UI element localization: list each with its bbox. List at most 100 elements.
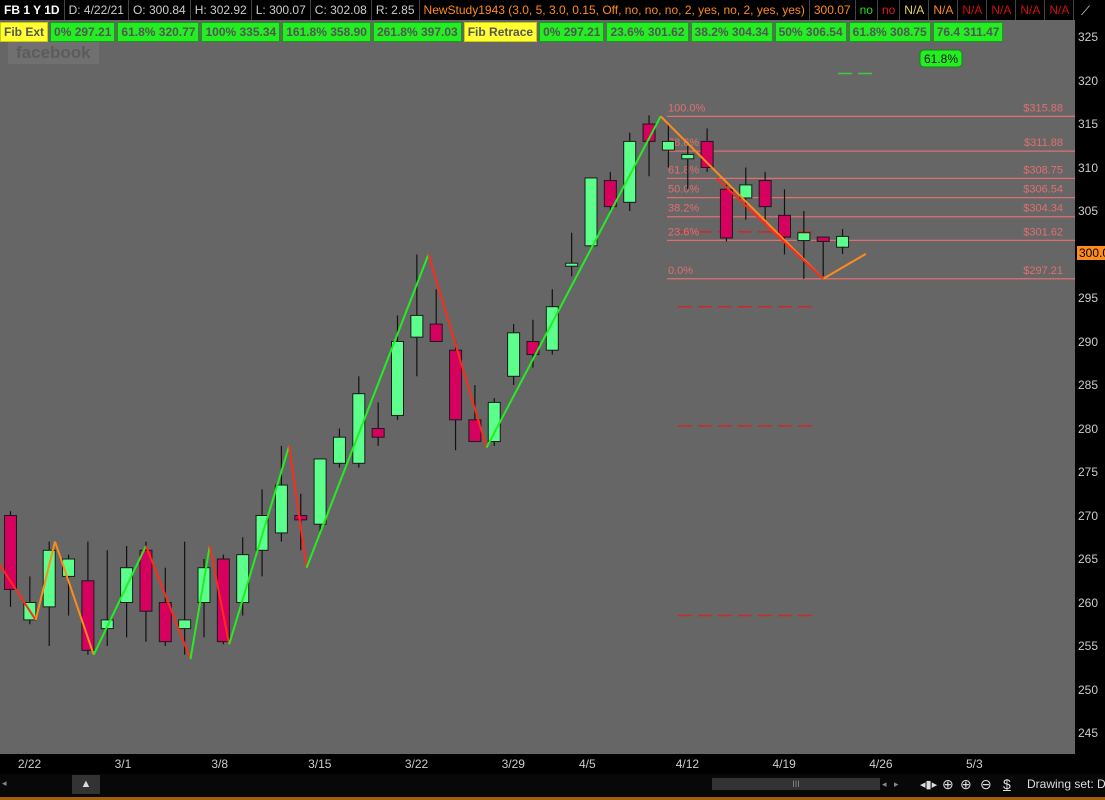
price-chart[interactable]: 100.0% $315.8878.6% $311.8861.8% $308.7550.… [0, 0, 1075, 754]
company-logo: facebook [8, 42, 99, 64]
crosshair-icon[interactable]: ⊕ [942, 776, 954, 793]
study-value: N/A [958, 0, 988, 20]
fib-ext-items: 0% 297.21 61.8% 320.77 100% 335.34 161.8% 3… [50, 22, 464, 42]
current-price-tag: 300.07 [1077, 246, 1105, 260]
x-tick-label: 3/1 [114, 757, 132, 771]
study-value: N/A [1016, 0, 1046, 20]
close-value: C: 302.08 [311, 0, 372, 20]
y-tick-label: 305 [1078, 204, 1099, 218]
open-value: O: 300.84 [129, 0, 191, 20]
study-value: N/A [900, 0, 930, 20]
range-value: R: 2.85 [372, 0, 420, 20]
symbol-label[interactable]: FB 1 Y 1D [0, 0, 65, 20]
fib-retrace-value: 61.8% 308.75 [848, 22, 931, 42]
fib-level-pct-label: 61.8% [668, 164, 699, 176]
candle-up [584, 177, 598, 247]
fib-ext-value: 100% 335.34 [201, 22, 281, 42]
study-value: no [878, 0, 901, 20]
candle-down [719, 188, 733, 239]
candle-up [178, 619, 192, 630]
y-tick-label: 285 [1078, 378, 1099, 392]
zigzag-segment [288, 445, 308, 568]
candle-up [487, 401, 501, 443]
fib-ext-value: 161.8% 358.90 [282, 22, 371, 42]
fib-ext-value: 261.8% 397.03 [372, 22, 462, 42]
zigzag-segment [485, 115, 662, 449]
fib-level-price-label: $315.88 [1023, 102, 1063, 114]
y-tick-label: 245 [1078, 726, 1099, 740]
chart-header: FB 1 Y 1D D: 4/22/21 O: 300.84 H: 302.92… [0, 0, 1105, 20]
candle-down [758, 180, 772, 208]
fib-level-pct-label: 50.0% [668, 184, 699, 196]
candle-up [391, 341, 404, 416]
x-tick-label: 4/12 [675, 757, 700, 771]
x-tick-label: 3/15 [308, 757, 332, 771]
study-label[interactable]: NewStudy1943 (3.0, 5, 3.0, 0.15, Off, no… [420, 0, 810, 20]
price-axis-icon[interactable]: $ [1003, 776, 1011, 792]
x-tick-label: 3/29 [501, 757, 525, 771]
drawing-set-label[interactable]: Drawing set: De [1027, 777, 1105, 791]
fib-bubble-label: 61.8% [924, 52, 958, 66]
x-tick-label: 4/19 [772, 757, 796, 771]
y-tick-label: 250 [1078, 682, 1099, 697]
fib-retrace-value: 76.4 311.47 [932, 22, 1004, 42]
zigzag-segment [92, 545, 147, 656]
study-chart-icon[interactable]: ⟋ [1081, 3, 1090, 19]
candle-up [661, 140, 675, 151]
fib-retrace-label[interactable]: Fib Retrace [463, 22, 538, 42]
price-axis[interactable]: ⟋ 245 250 255 260 265 270 275 280 285 290 295 305 31… [1075, 0, 1105, 800]
zigzag-segment [822, 253, 867, 280]
fib-ext-label[interactable]: Fib Ext [0, 22, 49, 42]
scroll-left-small-icon[interactable]: ◂ [882, 779, 887, 790]
time-axis[interactable]: 2/22 3/1 3/8 3/15 3/22 3/29 4/5 4/12 4/19 4/26 5/3 [0, 754, 1075, 774]
y-tick-label: 265 [1078, 552, 1099, 566]
y-tick-label: 280 [1078, 421, 1099, 436]
study-value: N/A [929, 0, 959, 20]
fib-level-price-label: $304.34 [1023, 203, 1063, 215]
y-tick-label: 255 [1078, 639, 1099, 653]
candle-down [216, 558, 230, 643]
fib-level-pct-label: 100.0% [668, 102, 706, 114]
y-tick-label: 320 [1078, 73, 1099, 88]
candle-up [313, 458, 327, 525]
y-tick-label: 325 [1078, 30, 1099, 44]
candle-up [332, 436, 346, 464]
horizontal-scrollbar-thumb[interactable]: III [712, 778, 880, 790]
fib-ext-value: 0% 297.21 [50, 22, 116, 42]
x-tick-label: 5/3 [966, 757, 983, 771]
study-value: N/A [987, 0, 1017, 20]
x-tick-label: 4/5 [579, 757, 596, 771]
zoom-out-icon[interactable]: ⊖ [980, 776, 992, 793]
candle-up [352, 393, 366, 464]
bottom-toolbar: ◂ ▲ III ◂ ▸ ◂▮▸ ⊕ ⊕ ⊖ $ Drawing set: De [0, 774, 1105, 800]
candle-down [4, 515, 17, 590]
y-tick-label: 315 [1078, 117, 1099, 131]
fib-level-price-label: $301.62 [1023, 226, 1063, 238]
high-value: H: 302.92 [191, 0, 252, 20]
candle-up [623, 140, 637, 203]
fib-retrace-value: 50% 306.54 [774, 22, 847, 42]
fib-level-price-label: $311.88 [1024, 137, 1063, 149]
collapse-panel-button[interactable]: ▲ [72, 775, 100, 794]
y-tick-label: 310 [1078, 160, 1099, 175]
y-tick-label: 260 [1078, 595, 1099, 610]
zigzag-segment [305, 254, 430, 569]
study-value: N/A [1045, 0, 1075, 20]
candle-up [274, 484, 288, 534]
fib-retrace-value: 0% 297.21 [539, 22, 605, 42]
fib-level-pct-label: 23.6% [668, 226, 699, 238]
candle-down [371, 428, 385, 438]
candle-down [294, 515, 308, 521]
candle-up [797, 232, 811, 242]
fib-retrace-value: 23.6% 301.62 [606, 22, 689, 42]
fib-level-price-label: $306.54 [1023, 184, 1063, 196]
zoom-in-icon[interactable]: ⊕ [960, 776, 972, 793]
scroll-right-small-icon[interactable]: ▸ [894, 779, 899, 790]
expand-width-icon[interactable]: ◂▮▸ [920, 778, 937, 791]
x-tick-label: 3/22 [404, 757, 429, 771]
x-tick-label: 4/26 [869, 757, 893, 771]
fib-retrace-items: 0% 297.21 23.6% 301.62 38.2% 304.34 50% 306… [539, 22, 1005, 42]
scroll-left-icon[interactable]: ◂ [2, 778, 7, 789]
x-tick-label: 3/8 [211, 757, 229, 771]
zigzag-segment [228, 445, 291, 645]
